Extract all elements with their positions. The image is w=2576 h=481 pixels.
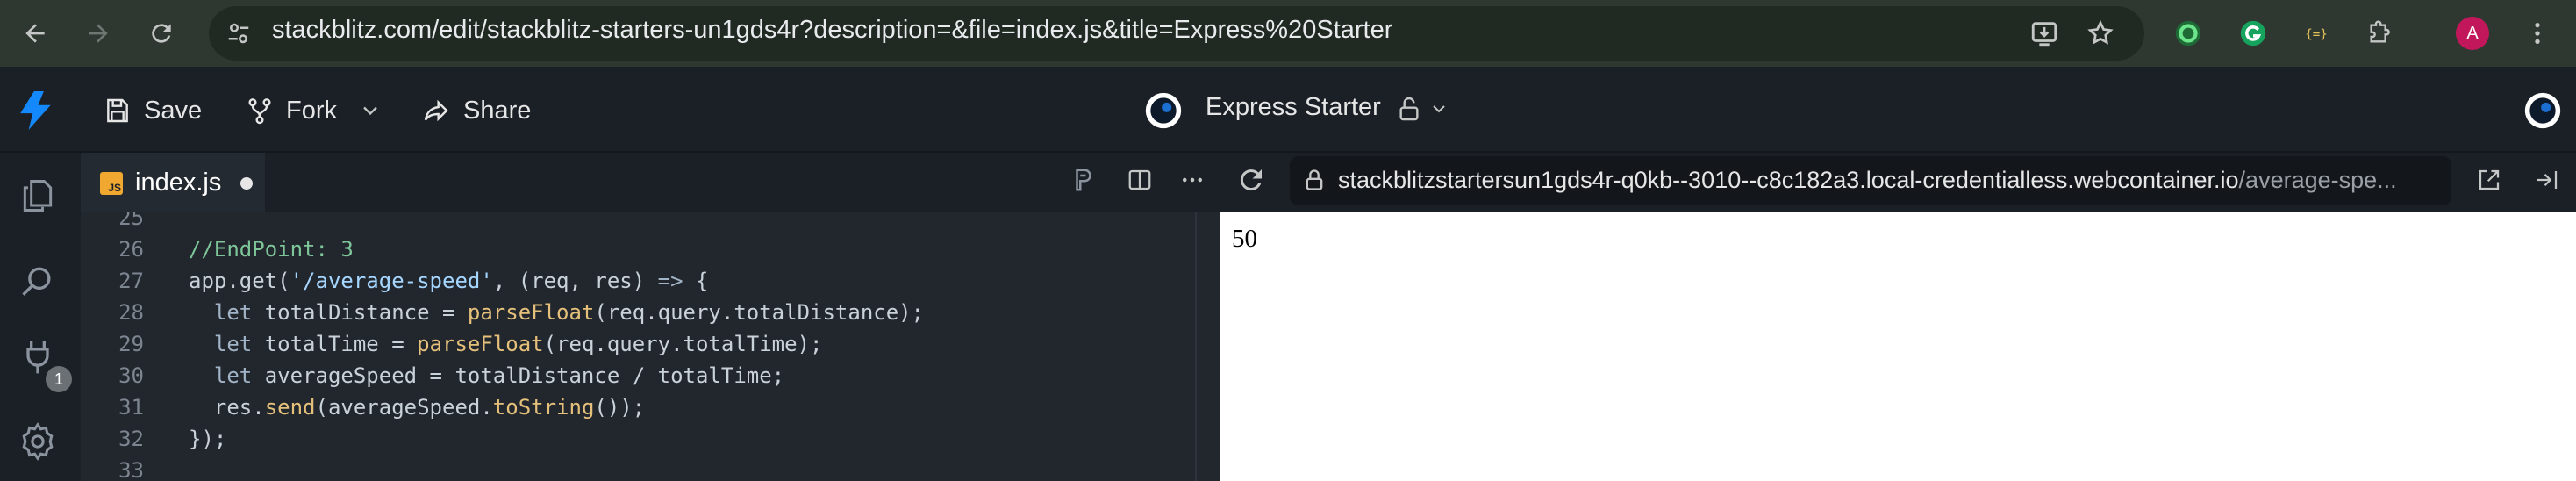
files-icon[interactable] (16, 174, 60, 218)
kebab-menu-icon[interactable] (2520, 16, 2555, 51)
code-token: .get( (226, 269, 290, 293)
code-token: app (189, 269, 227, 293)
line-number: 26 (118, 237, 144, 262)
line-number: 30 (118, 363, 144, 388)
project-owner-avatar[interactable] (1144, 91, 1183, 130)
code-token: averageSpeed = totalDistance / totalTime… (264, 363, 785, 388)
tab-index-js[interactable]: JS index.js (81, 153, 265, 212)
line-number: 33 (118, 458, 144, 481)
fork-button[interactable]: Fork (246, 93, 337, 128)
code-token: '/average-speed' (290, 269, 493, 293)
preview-reload-icon[interactable] (1235, 162, 1267, 197)
extensions-puzzle-icon[interactable] (2362, 16, 2397, 51)
visibility-lock-button[interactable] (1395, 95, 1449, 123)
fork-dropdown-chevron-icon[interactable] (358, 98, 383, 123)
preview-pane: 50 (1220, 212, 2576, 481)
code-text: //EndPoint: 3 (189, 233, 354, 265)
browser-toolbar: stackblitz.com/edit/stackblitz-starters-… (0, 0, 2576, 67)
grammarly-icon[interactable] (2236, 16, 2271, 51)
back-icon[interactable] (18, 16, 53, 51)
stackblitz-header: Save Fork Share Express Starter (0, 67, 2576, 153)
split-editor-icon[interactable] (1127, 162, 1153, 197)
code-token: }); (189, 427, 227, 451)
settings-gear-icon[interactable] (16, 420, 60, 463)
unsaved-dot-icon[interactable] (240, 177, 253, 190)
reload-icon[interactable] (144, 16, 179, 51)
code-token: toString (492, 395, 595, 420)
save-button[interactable]: Save (104, 93, 202, 128)
code-token: (req.query.totalTime); (543, 332, 823, 356)
preview-body-text: 50 (1232, 225, 1257, 253)
svg-text:{=}: {=} (2305, 28, 2328, 42)
code-token: (averageSpeed. (315, 395, 493, 420)
code-editor[interactable]: 25 26 //EndPoint: 3 27 app.get('/average-spe… (81, 212, 1220, 481)
site-settings-icon[interactable] (221, 16, 256, 51)
profile-initial: A (2456, 17, 2489, 50)
more-options-icon[interactable] (1179, 162, 1206, 197)
code-token: (req.query.totalDistance); (594, 300, 925, 325)
code-token: { (683, 269, 709, 293)
line-number: 28 (118, 300, 144, 325)
json-extension-icon[interactable]: {=} (2299, 16, 2334, 51)
code-token: res. (189, 395, 265, 420)
line-number: 32 (118, 427, 144, 451)
code-token: ()); (594, 395, 646, 420)
code-token: let (189, 300, 265, 325)
prettier-icon[interactable] (1070, 162, 1097, 197)
install-app-icon[interactable] (2027, 16, 2062, 51)
unlock-icon (1399, 97, 1419, 121)
code-text: let totalDistance = parseFloat(req.query… (189, 297, 924, 328)
search-icon[interactable] (16, 260, 60, 304)
share-button[interactable]: Share (421, 93, 531, 128)
code-token: //EndPoint: 3 (189, 237, 354, 262)
code-text: let totalTime = parseFloat(req.query.tot… (189, 328, 823, 360)
collapse-preview-icon[interactable] (2534, 162, 2560, 197)
js-file-icon: JS (100, 172, 123, 195)
profile-avatar[interactable]: A (2455, 16, 2490, 51)
code-text: }); (189, 423, 226, 455)
tab-label: index.js (135, 169, 222, 197)
code-token: totalDistance = (264, 300, 468, 325)
line-number: 31 (118, 395, 144, 420)
save-icon (107, 98, 128, 123)
line-number: 27 (118, 269, 144, 293)
plugin-badge: 1 (46, 366, 72, 392)
chevron-down-icon (1433, 105, 1445, 113)
code-token: => (657, 269, 683, 293)
code-text: let averageSpeed = totalDistance / total… (189, 360, 784, 391)
forward-icon[interactable] (81, 16, 116, 51)
address-url[interactable]: stackblitz.com/edit/stackblitz-starters-… (272, 16, 1392, 45)
share-label: Share (463, 96, 532, 125)
editor-divider (1195, 212, 1197, 481)
line-number: 25 (118, 212, 144, 230)
code-token: parseFloat (467, 300, 595, 325)
fork-icon (248, 98, 271, 125)
preview-url[interactable]: stackblitzstartersun1gds4r-q0kb--3010--c… (1338, 167, 2435, 194)
preview-url-host: stackblitzstartersun1gds4r-q0kb--3010--c… (1338, 167, 2239, 193)
user-avatar[interactable] (2523, 91, 2562, 130)
code-token: , (req, res) (492, 269, 658, 293)
code-token: send (264, 395, 316, 420)
save-label: Save (144, 96, 203, 125)
open-in-new-tab-icon[interactable] (2476, 162, 2502, 197)
stackblitz-logo-icon[interactable] (19, 91, 54, 130)
activity-bar: 1 (0, 153, 81, 481)
share-icon (424, 99, 448, 122)
code-token: let (189, 363, 265, 388)
bookmark-star-icon[interactable] (2083, 16, 2118, 51)
extension-green-ring-icon[interactable] (2171, 16, 2206, 51)
code-token: totalTime = (264, 332, 418, 356)
code-token: parseFloat (417, 332, 544, 356)
project-title[interactable]: Express Starter (1206, 93, 1381, 122)
code-text: app.get('/average-speed', (req, res) => … (189, 265, 708, 297)
editor-tab-bar: JS index.js (81, 153, 1220, 212)
preview-url-path: /average-spe... (2238, 167, 2397, 193)
code-token: let (189, 332, 265, 356)
fork-label: Fork (286, 96, 337, 125)
lock-icon (1302, 167, 1327, 193)
code-text: res.send(averageSpeed.toString()); (189, 391, 645, 423)
line-number: 29 (118, 332, 144, 356)
